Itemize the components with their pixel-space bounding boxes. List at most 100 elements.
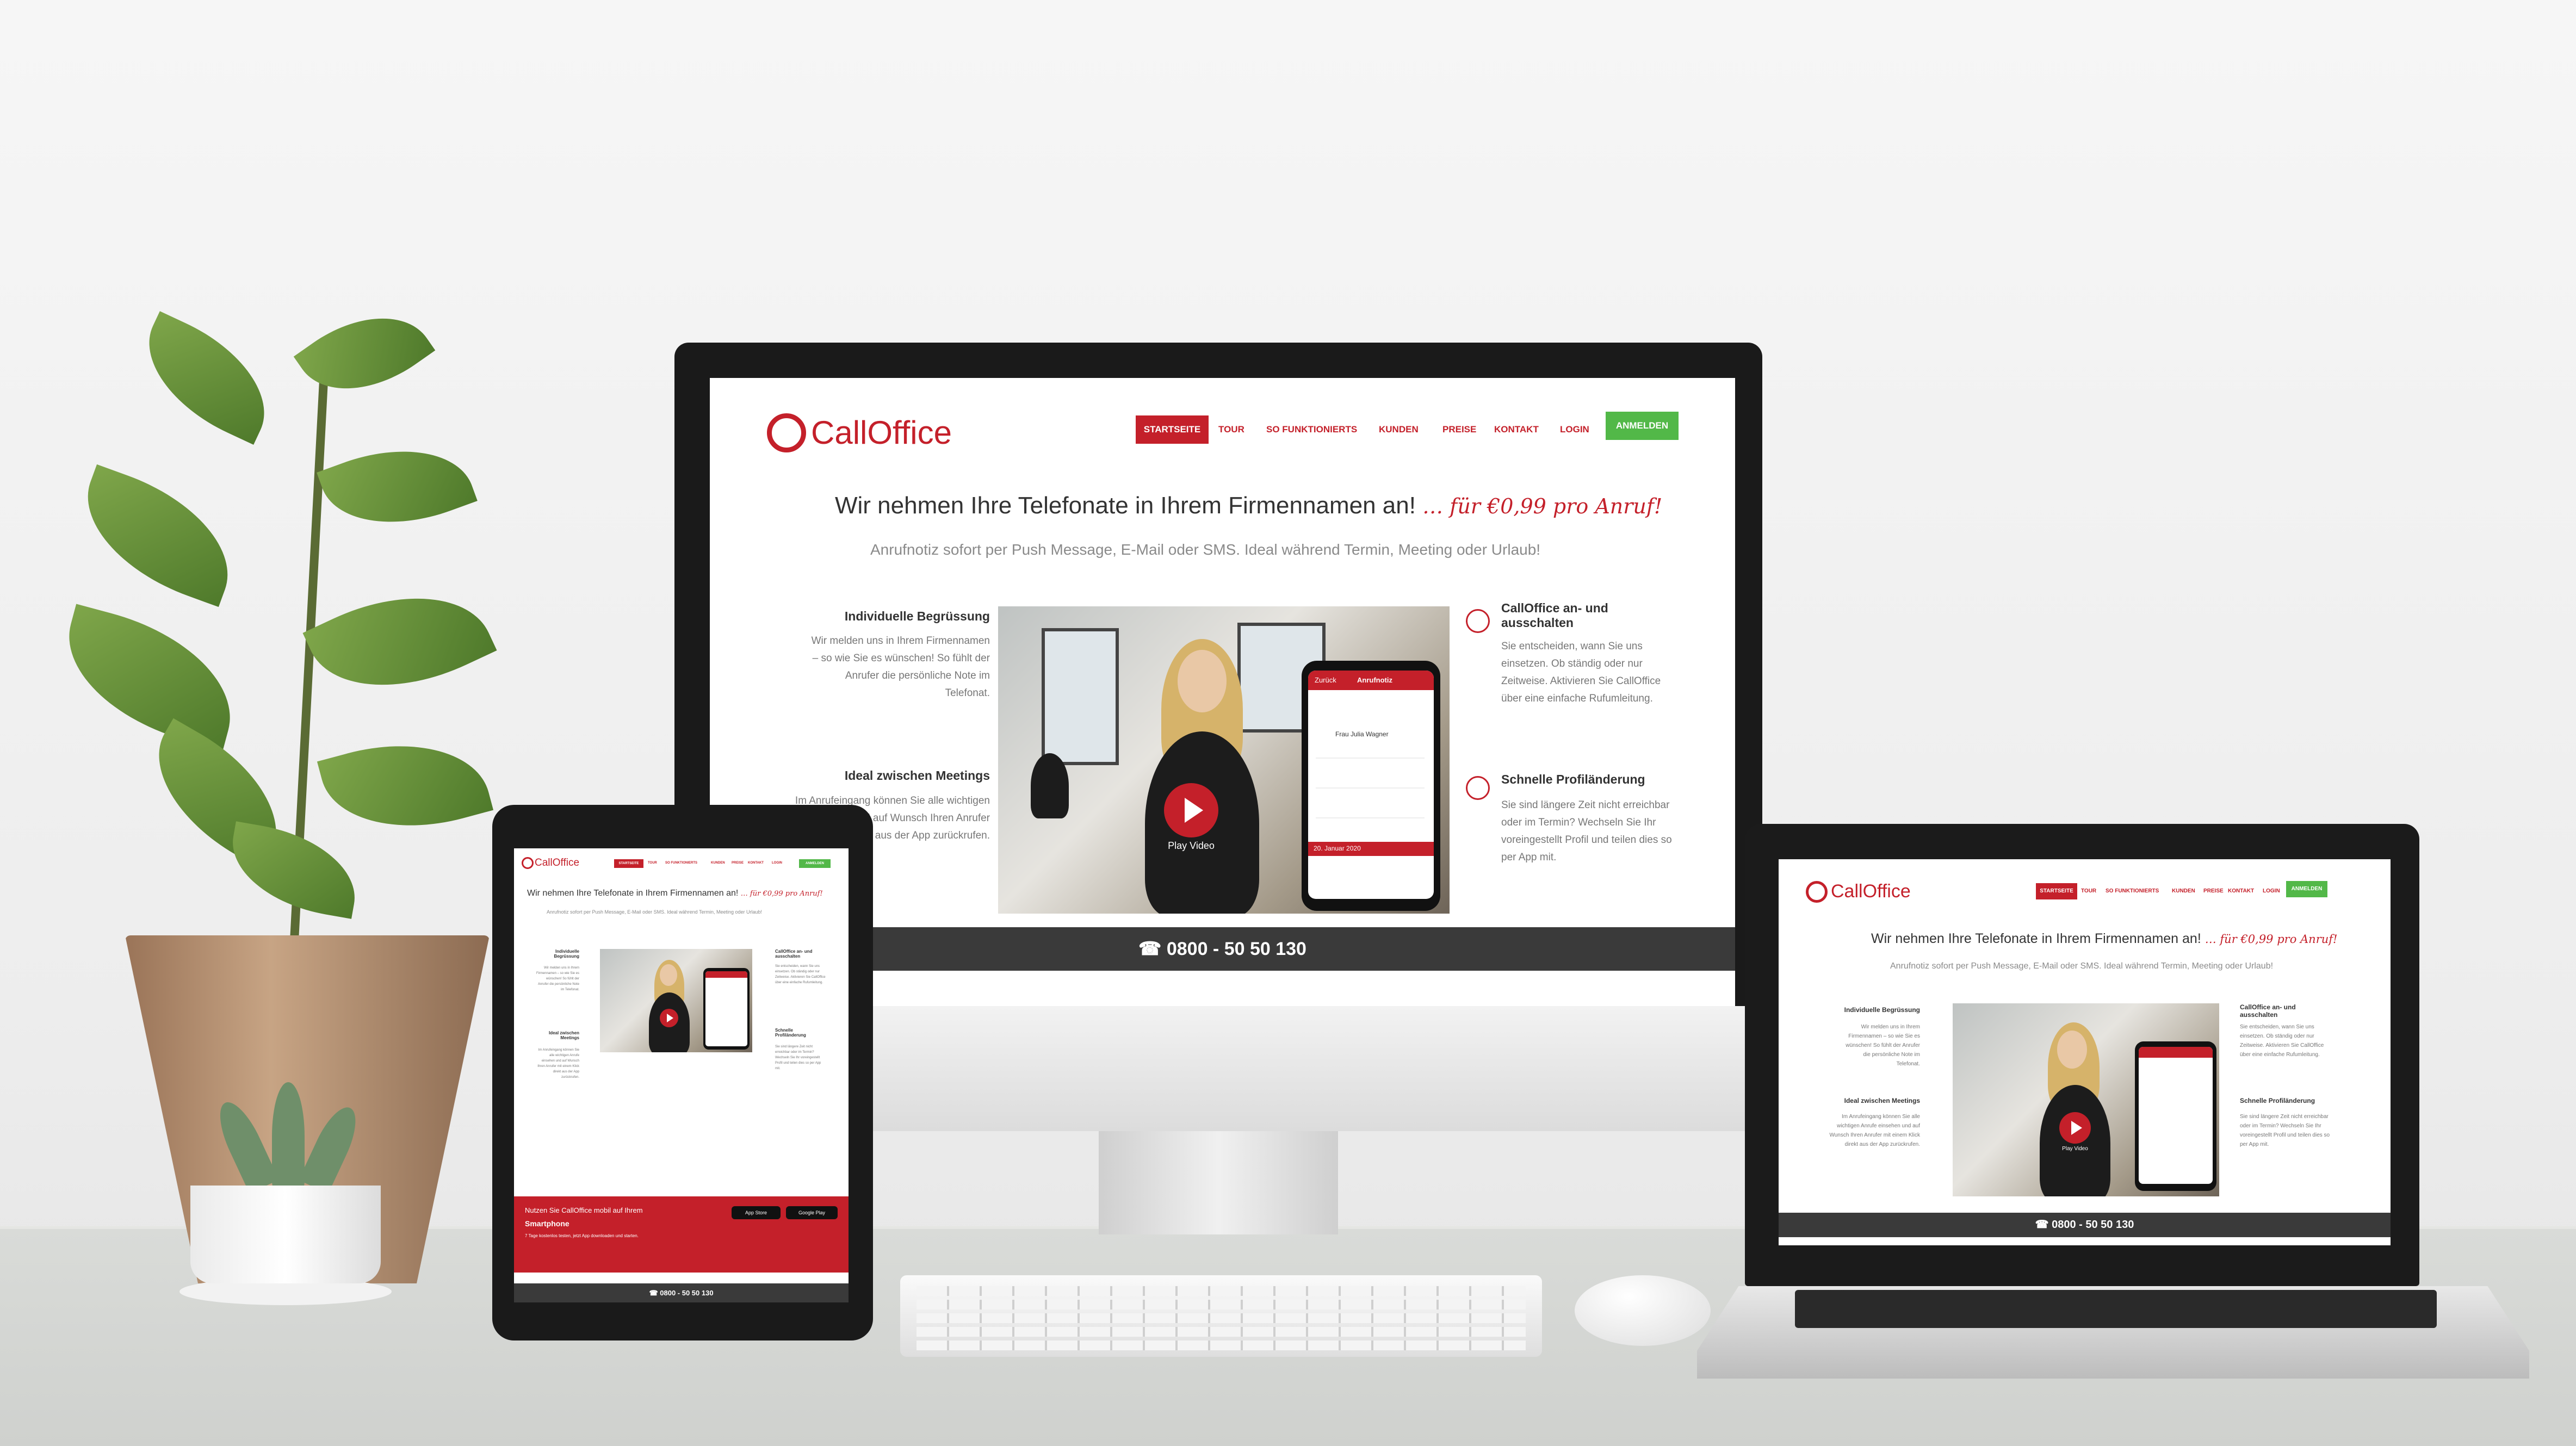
page-title: Wir nehmen Ihre Telefonate in Ihrem Firm… bbox=[527, 889, 823, 898]
feature-text-greeting: Wir melden uns in Ihrem Firmennamen – so… bbox=[1846, 1024, 1920, 1067]
phone-back: Zurück bbox=[1315, 676, 1336, 684]
feature-text-greeting: Wir melden uns in Ihrem Firmennamen – so… bbox=[536, 966, 579, 991]
page-title: Wir nehmen Ihre Telefonate in Ihrem Firm… bbox=[835, 492, 1662, 519]
logo-icon bbox=[522, 857, 534, 869]
phone-icon: ☎ bbox=[1138, 939, 1167, 959]
phone-footer-bar[interactable]: ☎ 0800 - 50 50 130 bbox=[1779, 1213, 2391, 1237]
banner-line2: Smartphone bbox=[525, 1219, 569, 1228]
caller-name: Frau Julia Wagner bbox=[1335, 730, 1389, 738]
nav-so-funktionierts[interactable]: SO FUNKTIONIERTS bbox=[2106, 888, 2159, 894]
nav-startseite[interactable]: STARTSEITE bbox=[1136, 415, 1209, 444]
nav-startseite[interactable]: STARTSEITE bbox=[614, 859, 643, 868]
nav-login[interactable]: LOGIN bbox=[772, 861, 782, 865]
headline: Wir nehmen Ihre Telefonate in Ihrem Firm… bbox=[527, 889, 739, 898]
phone-mockup bbox=[703, 968, 750, 1050]
play-video-label: Play Video bbox=[1168, 840, 1215, 851]
play-button[interactable] bbox=[660, 1009, 678, 1027]
logo-icon bbox=[1806, 881, 1828, 903]
google-play-button[interactable]: Google Play bbox=[786, 1206, 838, 1219]
laptop-keyboard bbox=[1795, 1290, 2437, 1328]
nav-kunden[interactable]: KUNDEN bbox=[2172, 888, 2195, 894]
nav-so-funktionierts[interactable]: SO FUNKTIONIERTS bbox=[1266, 424, 1357, 435]
feature-text-profile: Sie sind längere Zeit nicht erreichbar o… bbox=[775, 1045, 821, 1070]
footer-phone: 0800 - 50 50 130 bbox=[660, 1289, 714, 1297]
feature-text-toggle: Sie entscheiden, wann Sie uns einsetzen.… bbox=[1501, 641, 1661, 704]
feature-text-toggle: Sie entscheiden, wann Sie uns einsetzen.… bbox=[2240, 1024, 2324, 1058]
promo-text: … für €0,99 pro Anruf! bbox=[1422, 494, 1663, 518]
feature-title-toggle: CallOffice an- und ausschalten bbox=[2240, 1003, 2296, 1019]
nav-kontakt[interactable]: KONTAKT bbox=[748, 861, 764, 865]
video-player[interactable]: Play Video bbox=[1953, 1003, 2219, 1196]
keyboard bbox=[900, 1275, 1542, 1357]
feature-text-greeting: Wir melden uns in Ihrem Firmennamen – so… bbox=[811, 635, 990, 699]
signup-button[interactable]: ANMELDEN bbox=[2286, 881, 2327, 897]
phone-footer-bar[interactable]: ☎ 0800 - 50 50 130 bbox=[514, 1283, 849, 1302]
nav-kunden[interactable]: KUNDEN bbox=[711, 861, 725, 865]
signup-button[interactable]: ANMELDEN bbox=[799, 859, 831, 868]
logo-icon bbox=[767, 413, 806, 452]
phone-mockup: Zurück Anrufnotiz Frau Julia Wagner 20. … bbox=[1302, 661, 1440, 911]
feature-title-profile: Schnelle Profiländerung bbox=[2240, 1097, 2315, 1104]
phone-mockup bbox=[2135, 1041, 2216, 1191]
feature-title-profile: Schnelle Profiländerung bbox=[1501, 772, 1645, 786]
banner-line3: 7 Tage kostenlos testen, jetzt App downl… bbox=[525, 1233, 639, 1238]
app-download-banner: Nutzen Sie CallOffice mobil auf Ihrem Sm… bbox=[514, 1196, 849, 1273]
imac-stand bbox=[1099, 1131, 1338, 1234]
nav-so-funktionierts[interactable]: SO FUNKTIONIERTS bbox=[665, 861, 697, 865]
play-video-label: Play Video bbox=[2062, 1146, 2088, 1152]
nav-preise[interactable]: PREISE bbox=[1442, 424, 1476, 435]
video-player[interactable] bbox=[600, 949, 752, 1052]
signup-button[interactable]: ANMELDEN bbox=[1606, 412, 1679, 440]
logo-text: CallOffice bbox=[811, 414, 952, 451]
feature-title-meetings: Ideal zwischen Meetings bbox=[548, 1031, 579, 1040]
feature-text-toggle: Sie entscheiden, wann Sie uns einsetzen.… bbox=[775, 965, 826, 984]
feature-title-meetings: Ideal zwischen Meetings bbox=[844, 768, 990, 783]
footer-phone: 0800 - 50 50 130 bbox=[2052, 1219, 2134, 1231]
logo-text[interactable]: CallOffice bbox=[535, 857, 579, 869]
nav-tour[interactable]: TOUR bbox=[648, 861, 657, 865]
feature-title-toggle: CallOffice an- und ausschalten bbox=[775, 949, 813, 959]
app-store-button[interactable]: App Store bbox=[732, 1206, 781, 1219]
video-player[interactable]: Play Video Zurück Anrufnotiz Frau Julia … bbox=[998, 606, 1450, 914]
footer-phone: 0800 - 50 50 130 bbox=[1166, 939, 1306, 959]
banner-line1: Nutzen Sie CallOffice mobil auf Ihrem bbox=[525, 1206, 643, 1214]
nav-kontakt[interactable]: KONTAKT bbox=[1494, 424, 1539, 435]
feature-text-profile: Sie sind längere Zeit nicht erreichbar o… bbox=[1501, 799, 1672, 863]
promo-text: … für €0,99 pro Anruf! bbox=[740, 890, 823, 898]
feature-title-greeting: Individuelle Begrüssung bbox=[554, 949, 579, 959]
phone-date: 20. Januar 2020 bbox=[1314, 845, 1361, 852]
play-button[interactable] bbox=[1164, 783, 1218, 837]
subline: Anrufnotiz sofort per Push Message, E-Ma… bbox=[1890, 961, 2274, 971]
nav-login[interactable]: LOGIN bbox=[1560, 424, 1589, 435]
feature-title-meetings: Ideal zwischen Meetings bbox=[1844, 1097, 1920, 1104]
subline: Anrufnotiz sofort per Push Message, E-Ma… bbox=[547, 909, 763, 915]
promo-text: … für €0,99 pro Anruf! bbox=[2205, 933, 2338, 946]
nav-startseite[interactable]: STARTSEITE bbox=[2036, 883, 2077, 899]
nav-preise[interactable]: PREISE bbox=[2203, 888, 2224, 894]
feature-title-profile: Schnelle Profiländerung bbox=[775, 1028, 806, 1038]
logo-text[interactable]: CallOffice bbox=[1831, 881, 1911, 902]
page-title: Wir nehmen Ihre Telefonate in Ihrem Firm… bbox=[1871, 931, 2337, 947]
subline: Anrufnotiz sofort per Push Message, E-Ma… bbox=[870, 541, 1541, 558]
nav-kontakt[interactable]: KONTAKT bbox=[2228, 888, 2254, 894]
tablet-screen: CallOffice STARTSEITE TOUR SO FUNKTIONIE… bbox=[514, 848, 849, 1302]
toggle-icon bbox=[1466, 609, 1490, 633]
mouse bbox=[1575, 1275, 1711, 1346]
laptop-screen: CallOffice STARTSEITE TOUR SO FUNKTIONIE… bbox=[1779, 859, 2391, 1245]
phone-icon: ☎ bbox=[2035, 1219, 2052, 1231]
nav-tour[interactable]: TOUR bbox=[1218, 424, 1244, 435]
phone-header: Anrufnotiz bbox=[1357, 676, 1392, 684]
headline: Wir nehmen Ihre Telefonate in Ihrem Firm… bbox=[835, 492, 1416, 519]
phone-icon: ☎ bbox=[649, 1289, 660, 1297]
feature-title-greeting: Individuelle Begrüssung bbox=[1844, 1006, 1920, 1014]
feature-title-toggle: CallOffice an- und ausschalten bbox=[1501, 601, 1608, 630]
play-button[interactable] bbox=[2059, 1112, 2091, 1144]
headline: Wir nehmen Ihre Telefonate in Ihrem Firm… bbox=[1871, 931, 2201, 946]
nav-tour[interactable]: TOUR bbox=[2081, 888, 2096, 894]
nav-kunden[interactable]: KUNDEN bbox=[1379, 424, 1419, 435]
nav-login[interactable]: LOGIN bbox=[2263, 888, 2280, 894]
feature-text-meetings: Im Anrufeingang können Sie alle wichtige… bbox=[1829, 1114, 1920, 1147]
nav-preise[interactable]: PREISE bbox=[732, 861, 744, 865]
refresh-icon bbox=[1466, 776, 1490, 800]
feature-title-greeting: Individuelle Begrüssung bbox=[844, 609, 990, 623]
